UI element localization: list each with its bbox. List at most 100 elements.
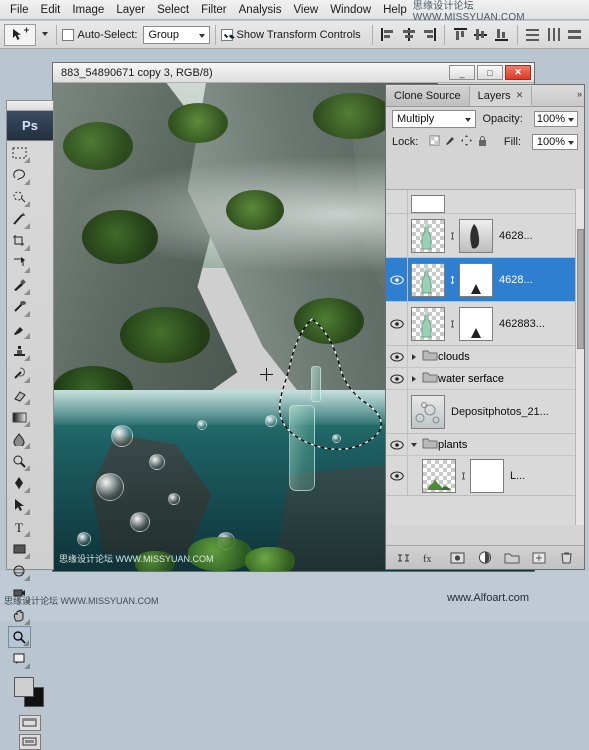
stamp-tool-icon[interactable] <box>8 340 31 362</box>
layer-mask-link-icon[interactable] <box>448 318 456 330</box>
layer-mask-thumbnail[interactable] <box>459 218 493 253</box>
three-d-camera-tool-icon[interactable] <box>8 582 31 604</box>
lock-all-icon[interactable] <box>477 135 488 150</box>
maximize-button[interactable]: □ <box>477 65 503 80</box>
layer-mask-thumbnail[interactable] <box>459 262 493 297</box>
menu-item-help[interactable]: Help <box>377 2 413 18</box>
eraser-tool-icon[interactable] <box>8 384 31 406</box>
collapse-panel-icon[interactable]: » <box>577 89 582 99</box>
tab-layers[interactable]: Layers ✕ <box>469 86 533 106</box>
layer-name[interactable]: Depositphotos_21... <box>451 406 549 418</box>
new-layer-icon[interactable] <box>531 550 547 566</box>
opacity-input[interactable]: 100% <box>533 111 578 127</box>
zoom-tool-icon[interactable] <box>8 626 31 648</box>
link-layers-icon[interactable] <box>396 550 412 566</box>
layer-visibility-toggle[interactable] <box>386 345 408 368</box>
move-tool-icon[interactable] <box>4 23 36 46</box>
align-bottom-edges-icon[interactable] <box>493 25 512 45</box>
eyedropper-tool-icon[interactable] <box>8 274 31 296</box>
menu-item-window[interactable]: Window <box>324 2 377 18</box>
layer-mask-link-icon[interactable] <box>448 230 456 242</box>
magic-wand-tool-icon[interactable] <box>8 208 31 230</box>
notes-tool-icon[interactable] <box>8 648 31 670</box>
layer-mask-link-icon[interactable] <box>448 274 456 286</box>
layer-visibility-toggle[interactable] <box>386 257 408 302</box>
layer-visibility-toggle[interactable] <box>386 301 408 346</box>
menu-item-layer[interactable]: Layer <box>110 2 151 18</box>
foreground-color-swatch[interactable] <box>14 677 34 697</box>
align-left-edges-icon[interactable] <box>379 25 398 45</box>
menu-item-filter[interactable]: Filter <box>195 2 233 18</box>
menu-item-image[interactable]: Image <box>66 2 110 18</box>
marquee-tool-icon[interactable] <box>8 142 31 164</box>
layer-name[interactable]: water serface <box>438 373 504 385</box>
chevron-right-icon[interactable] <box>408 353 420 361</box>
lasso-tool-icon[interactable] <box>8 164 31 186</box>
layer-name[interactable]: 4628... <box>499 274 533 286</box>
chevron-down-icon[interactable] <box>408 441 420 449</box>
distribute-bottom-edges-icon[interactable] <box>565 25 584 45</box>
add-layer-style-icon[interactable]: fx <box>423 550 439 566</box>
layer-name[interactable]: clouds <box>438 351 470 363</box>
menu-item-file[interactable]: File <box>4 2 35 18</box>
table-row[interactable]: 4628... <box>386 213 584 258</box>
healing-brush-tool-icon[interactable] <box>8 296 31 318</box>
crop-tool-icon[interactable] <box>8 230 31 252</box>
table-row[interactable]: L... <box>386 455 584 496</box>
layer-mask-link-icon[interactable] <box>459 470 467 482</box>
three-d-object-rotate-tool-icon[interactable] <box>8 560 31 582</box>
blur-tool-icon[interactable] <box>8 428 31 450</box>
path-selection-tool-icon[interactable] <box>8 494 31 516</box>
lock-position-icon[interactable] <box>461 135 473 149</box>
document-title-bar[interactable]: 883_54890671 copy 3, RGB/8) _ □ ✕ <box>53 63 534 83</box>
menu-item-edit[interactable]: Edit <box>35 2 67 18</box>
layer-name[interactable]: plants <box>438 439 467 451</box>
table-row[interactable]: plants <box>386 433 584 456</box>
layer-name[interactable]: L... <box>510 470 525 482</box>
shape-tool-icon[interactable] <box>8 538 31 560</box>
layer-visibility-toggle[interactable] <box>386 190 408 213</box>
show-transform-controls-checkbox[interactable] <box>220 28 233 41</box>
gradient-tool-icon[interactable] <box>8 406 31 428</box>
layer-list[interactable]: 4628... 4628... 462883... clouds water s… <box>386 189 584 525</box>
lock-transparent-pixels-icon[interactable] <box>429 135 440 149</box>
distribute-vertical-centers-icon[interactable] <box>545 25 564 45</box>
close-button[interactable]: ✕ <box>505 65 531 80</box>
menu-item-view[interactable]: View <box>287 2 324 18</box>
align-right-edges-icon[interactable] <box>420 25 439 45</box>
layer-mask-thumbnail[interactable] <box>459 306 493 341</box>
hand-tool-icon[interactable] <box>8 604 31 626</box>
quick-selection-tool-icon[interactable] <box>8 186 31 208</box>
new-fill-adjustment-layer-icon[interactable] <box>477 550 493 566</box>
menu-item-analysis[interactable]: Analysis <box>233 2 288 18</box>
layer-thumbnail[interactable] <box>411 394 445 429</box>
layer-mask-thumbnail[interactable] <box>470 458 504 493</box>
layer-thumbnail[interactable] <box>411 195 445 213</box>
layer-name[interactable]: 4628... <box>499 230 533 242</box>
minimize-button[interactable]: _ <box>449 65 475 80</box>
dodge-tool-icon[interactable] <box>8 450 31 472</box>
lock-image-pixels-icon[interactable] <box>445 135 456 149</box>
layer-thumbnail[interactable] <box>422 458 456 493</box>
brush-tool-icon[interactable] <box>8 318 31 340</box>
layer-name[interactable]: 462883... <box>499 318 545 330</box>
layer-thumbnail[interactable] <box>411 218 445 253</box>
layer-visibility-toggle[interactable] <box>386 213 408 258</box>
scrollbar-thumb[interactable] <box>577 229 584 349</box>
toolbox-drag-handle[interactable] <box>7 101 53 111</box>
pen-tool-icon[interactable] <box>8 472 31 494</box>
table-row[interactable]: 4628... <box>386 257 584 302</box>
auto-select-group-select[interactable]: Group <box>143 25 210 44</box>
auto-select-checkbox[interactable] <box>61 28 74 41</box>
delete-layer-icon[interactable] <box>558 550 574 566</box>
slice-tool-icon[interactable] <box>8 252 31 274</box>
table-row[interactable]: clouds <box>386 345 584 368</box>
table-row[interactable]: Depositphotos_21... <box>386 389 584 434</box>
align-horizontal-centers-icon[interactable] <box>399 25 418 45</box>
close-icon[interactable]: ✕ <box>516 90 524 101</box>
blend-mode-select[interactable]: Multiply <box>392 110 476 128</box>
layer-visibility-toggle[interactable] <box>386 367 408 390</box>
fill-input[interactable]: 100% <box>532 134 578 150</box>
table-row[interactable]: 462883... <box>386 301 584 346</box>
color-swatches[interactable] <box>7 671 53 711</box>
